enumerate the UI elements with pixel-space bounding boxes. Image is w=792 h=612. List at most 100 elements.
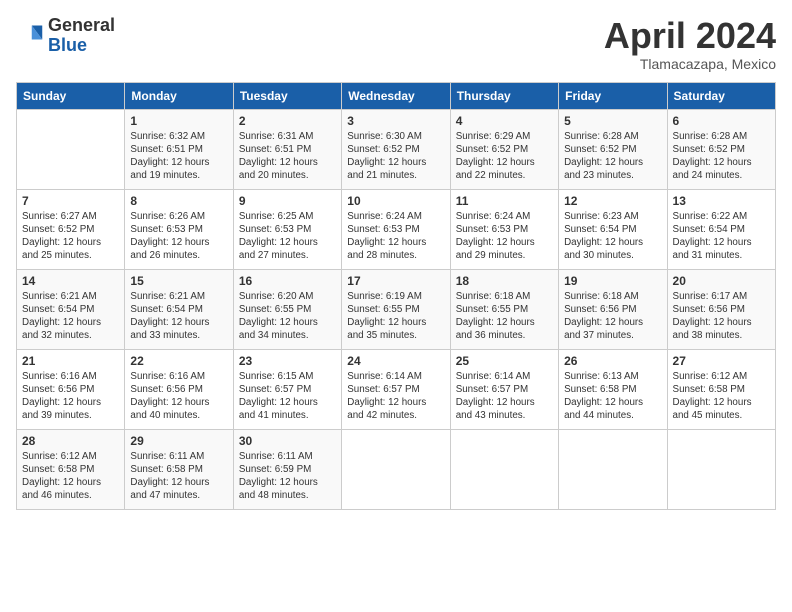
day-info: Sunrise: 6:23 AMSunset: 6:54 PMDaylight:…	[564, 210, 661, 263]
day-cell: 6 Sunrise: 6:28 AMSunset: 6:52 PMDaylight…	[667, 109, 775, 189]
day-info: Sunrise: 6:11 AMSunset: 6:59 PMDaylight:…	[239, 450, 336, 503]
day-info: Sunrise: 6:29 AMSunset: 6:52 PMDaylight:…	[456, 130, 553, 183]
day-cell: 29 Sunrise: 6:11 AMSunset: 6:58 PMDayligh…	[125, 429, 233, 509]
day-info: Sunrise: 6:24 AMSunset: 6:53 PMDaylight:…	[456, 210, 553, 263]
col-header-saturday: Saturday	[667, 82, 775, 109]
day-info: Sunrise: 6:28 AMSunset: 6:52 PMDaylight:…	[673, 130, 770, 183]
day-info: Sunrise: 6:27 AMSunset: 6:52 PMDaylight:…	[22, 210, 119, 263]
day-info: Sunrise: 6:21 AMSunset: 6:54 PMDaylight:…	[130, 290, 227, 343]
day-number: 29	[130, 434, 227, 448]
day-number: 18	[456, 274, 553, 288]
day-number: 5	[564, 114, 661, 128]
day-cell: 1 Sunrise: 6:32 AMSunset: 6:51 PMDaylight…	[125, 109, 233, 189]
col-header-wednesday: Wednesday	[342, 82, 450, 109]
col-header-friday: Friday	[559, 82, 667, 109]
title-block: April 2024 Tlamacazapa, Mexico	[604, 16, 776, 72]
day-cell: 14Sunrise: 6:21 AMSunset: 6:54 PMDayligh…	[17, 269, 125, 349]
day-cell: 13Sunrise: 6:22 AMSunset: 6:54 PMDayligh…	[667, 189, 775, 269]
day-number: 11	[456, 194, 553, 208]
day-number: 24	[347, 354, 444, 368]
day-cell	[342, 429, 450, 509]
day-info: Sunrise: 6:18 AMSunset: 6:56 PMDaylight:…	[564, 290, 661, 343]
day-number: 10	[347, 194, 444, 208]
day-cell: 19 Sunrise: 6:18 AMSunset: 6:56 PMDayligh…	[559, 269, 667, 349]
month-title: April 2024	[604, 16, 776, 56]
day-info: Sunrise: 6:31 AMSunset: 6:51 PMDaylight:…	[239, 130, 336, 183]
day-info: Sunrise: 6:14 AMSunset: 6:57 PMDaylight:…	[347, 370, 444, 423]
day-cell	[559, 429, 667, 509]
day-cell: 27Sunrise: 6:12 AMSunset: 6:58 PMDayligh…	[667, 349, 775, 429]
day-info: Sunrise: 6:18 AMSunset: 6:55 PMDaylight:…	[456, 290, 553, 343]
day-info: Sunrise: 6:32 AMSunset: 6:51 PMDaylight:…	[130, 130, 227, 183]
day-info: Sunrise: 6:22 AMSunset: 6:54 PMDaylight:…	[673, 210, 770, 263]
day-cell: 30 Sunrise: 6:11 AMSunset: 6:59 PMDayligh…	[233, 429, 341, 509]
day-cell: 25 Sunrise: 6:14 AMSunset: 6:57 PMDayligh…	[450, 349, 558, 429]
day-cell	[667, 429, 775, 509]
day-cell: 26 Sunrise: 6:13 AMSunset: 6:58 PMDayligh…	[559, 349, 667, 429]
day-cell: 21Sunrise: 6:16 AMSunset: 6:56 PMDayligh…	[17, 349, 125, 429]
day-info: Sunrise: 6:26 AMSunset: 6:53 PMDaylight:…	[130, 210, 227, 263]
day-info: Sunrise: 6:17 AMSunset: 6:56 PMDaylight:…	[673, 290, 770, 343]
day-number: 26	[564, 354, 661, 368]
day-info: Sunrise: 6:16 AMSunset: 6:56 PMDaylight:…	[130, 370, 227, 423]
day-number: 23	[239, 354, 336, 368]
col-header-sunday: Sunday	[17, 82, 125, 109]
day-cell: 12 Sunrise: 6:23 AMSunset: 6:54 PMDayligh…	[559, 189, 667, 269]
day-number: 20	[673, 274, 770, 288]
day-cell: 2 Sunrise: 6:31 AMSunset: 6:51 PMDaylight…	[233, 109, 341, 189]
day-number: 4	[456, 114, 553, 128]
day-number: 17	[347, 274, 444, 288]
day-number: 25	[456, 354, 553, 368]
day-cell: 11 Sunrise: 6:24 AMSunset: 6:53 PMDayligh…	[450, 189, 558, 269]
day-cell: 16 Sunrise: 6:20 AMSunset: 6:55 PMDayligh…	[233, 269, 341, 349]
day-number: 6	[673, 114, 770, 128]
day-info: Sunrise: 6:24 AMSunset: 6:53 PMDaylight:…	[347, 210, 444, 263]
day-cell	[17, 109, 125, 189]
day-cell: 15 Sunrise: 6:21 AMSunset: 6:54 PMDayligh…	[125, 269, 233, 349]
day-cell: 4 Sunrise: 6:29 AMSunset: 6:52 PMDaylight…	[450, 109, 558, 189]
day-number: 27	[673, 354, 770, 368]
week-row-3: 14Sunrise: 6:21 AMSunset: 6:54 PMDayligh…	[17, 269, 776, 349]
day-number: 16	[239, 274, 336, 288]
logo: General Blue	[16, 16, 115, 56]
day-cell: 23 Sunrise: 6:15 AMSunset: 6:57 PMDayligh…	[233, 349, 341, 429]
col-header-monday: Monday	[125, 82, 233, 109]
day-number: 2	[239, 114, 336, 128]
day-info: Sunrise: 6:25 AMSunset: 6:53 PMDaylight:…	[239, 210, 336, 263]
day-info: Sunrise: 6:16 AMSunset: 6:56 PMDaylight:…	[22, 370, 119, 423]
day-info: Sunrise: 6:28 AMSunset: 6:52 PMDaylight:…	[564, 130, 661, 183]
day-number: 19	[564, 274, 661, 288]
day-cell: 28 Sunrise: 6:12 AMSunset: 6:58 PMDayligh…	[17, 429, 125, 509]
day-number: 12	[564, 194, 661, 208]
day-cell: 10 Sunrise: 6:24 AMSunset: 6:53 PMDayligh…	[342, 189, 450, 269]
day-cell: 3Sunrise: 6:30 AMSunset: 6:52 PMDaylight…	[342, 109, 450, 189]
day-cell: 8 Sunrise: 6:26 AMSunset: 6:53 PMDaylight…	[125, 189, 233, 269]
logo-icon	[16, 22, 44, 50]
day-number: 7	[22, 194, 119, 208]
location-title: Tlamacazapa, Mexico	[604, 56, 776, 72]
day-info: Sunrise: 6:21 AMSunset: 6:54 PMDaylight:…	[22, 290, 119, 343]
page-header: General Blue April 2024 Tlamacazapa, Mex…	[16, 16, 776, 72]
day-info: Sunrise: 6:20 AMSunset: 6:55 PMDaylight:…	[239, 290, 336, 343]
calendar-header-row: SundayMondayTuesdayWednesdayThursdayFrid…	[17, 82, 776, 109]
day-number: 8	[130, 194, 227, 208]
day-number: 1	[130, 114, 227, 128]
day-number: 9	[239, 194, 336, 208]
day-cell: 18 Sunrise: 6:18 AMSunset: 6:55 PMDayligh…	[450, 269, 558, 349]
day-info: Sunrise: 6:15 AMSunset: 6:57 PMDaylight:…	[239, 370, 336, 423]
day-info: Sunrise: 6:11 AMSunset: 6:58 PMDaylight:…	[130, 450, 227, 503]
day-info: Sunrise: 6:30 AMSunset: 6:52 PMDaylight:…	[347, 130, 444, 183]
day-number: 22	[130, 354, 227, 368]
day-number: 15	[130, 274, 227, 288]
day-cell: 7 Sunrise: 6:27 AMSunset: 6:52 PMDaylight…	[17, 189, 125, 269]
day-cell: 5 Sunrise: 6:28 AMSunset: 6:52 PMDaylight…	[559, 109, 667, 189]
day-number: 28	[22, 434, 119, 448]
day-info: Sunrise: 6:12 AMSunset: 6:58 PMDaylight:…	[22, 450, 119, 503]
day-info: Sunrise: 6:14 AMSunset: 6:57 PMDaylight:…	[456, 370, 553, 423]
day-cell	[450, 429, 558, 509]
day-info: Sunrise: 6:13 AMSunset: 6:58 PMDaylight:…	[564, 370, 661, 423]
day-cell: 20 Sunrise: 6:17 AMSunset: 6:56 PMDayligh…	[667, 269, 775, 349]
logo-text: General Blue	[48, 16, 115, 56]
day-number: 30	[239, 434, 336, 448]
week-row-5: 28 Sunrise: 6:12 AMSunset: 6:58 PMDayligh…	[17, 429, 776, 509]
